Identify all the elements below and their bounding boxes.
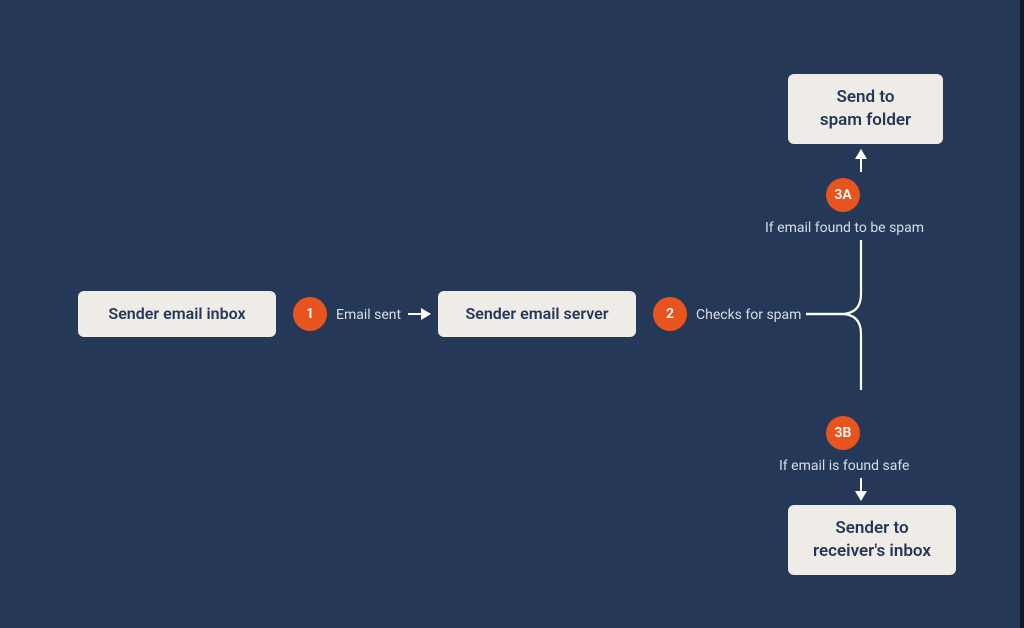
node-receiver-inbox: Sender toreceiver's inbox — [788, 505, 956, 575]
step-number: 1 — [306, 306, 314, 322]
node-label: Sender email server — [465, 303, 608, 325]
branch-lines — [806, 240, 876, 390]
step-badge-2: 2 — [653, 297, 687, 331]
step-label-1: Email sent — [336, 307, 401, 323]
step-badge-3b: 3B — [826, 416, 860, 450]
arrow-inbox-to-server — [408, 313, 430, 315]
step-number: 2 — [666, 306, 674, 322]
node-label: Send tospam folder — [820, 86, 911, 132]
step-badge-3a: 3A — [826, 178, 860, 212]
step-number: 3A — [834, 187, 851, 203]
step-label-3b: If email is found safe — [779, 458, 909, 474]
step-badge-1: 1 — [293, 297, 327, 331]
step-label-3a: If email found to be spam — [765, 220, 924, 236]
node-spam-folder: Send tospam folder — [788, 74, 943, 144]
node-label: Sender toreceiver's inbox — [813, 517, 931, 563]
step-label-2: Checks for spam — [696, 307, 801, 323]
step-number: 3B — [835, 425, 852, 441]
node-label: Sender email inbox — [108, 303, 245, 325]
node-sender-inbox: Sender email inbox — [78, 291, 276, 337]
arrow-to-spam — [860, 150, 862, 172]
node-sender-server: Sender email server — [438, 291, 636, 337]
right-edge-shadow — [1020, 0, 1024, 628]
arrow-to-safe — [860, 478, 862, 500]
